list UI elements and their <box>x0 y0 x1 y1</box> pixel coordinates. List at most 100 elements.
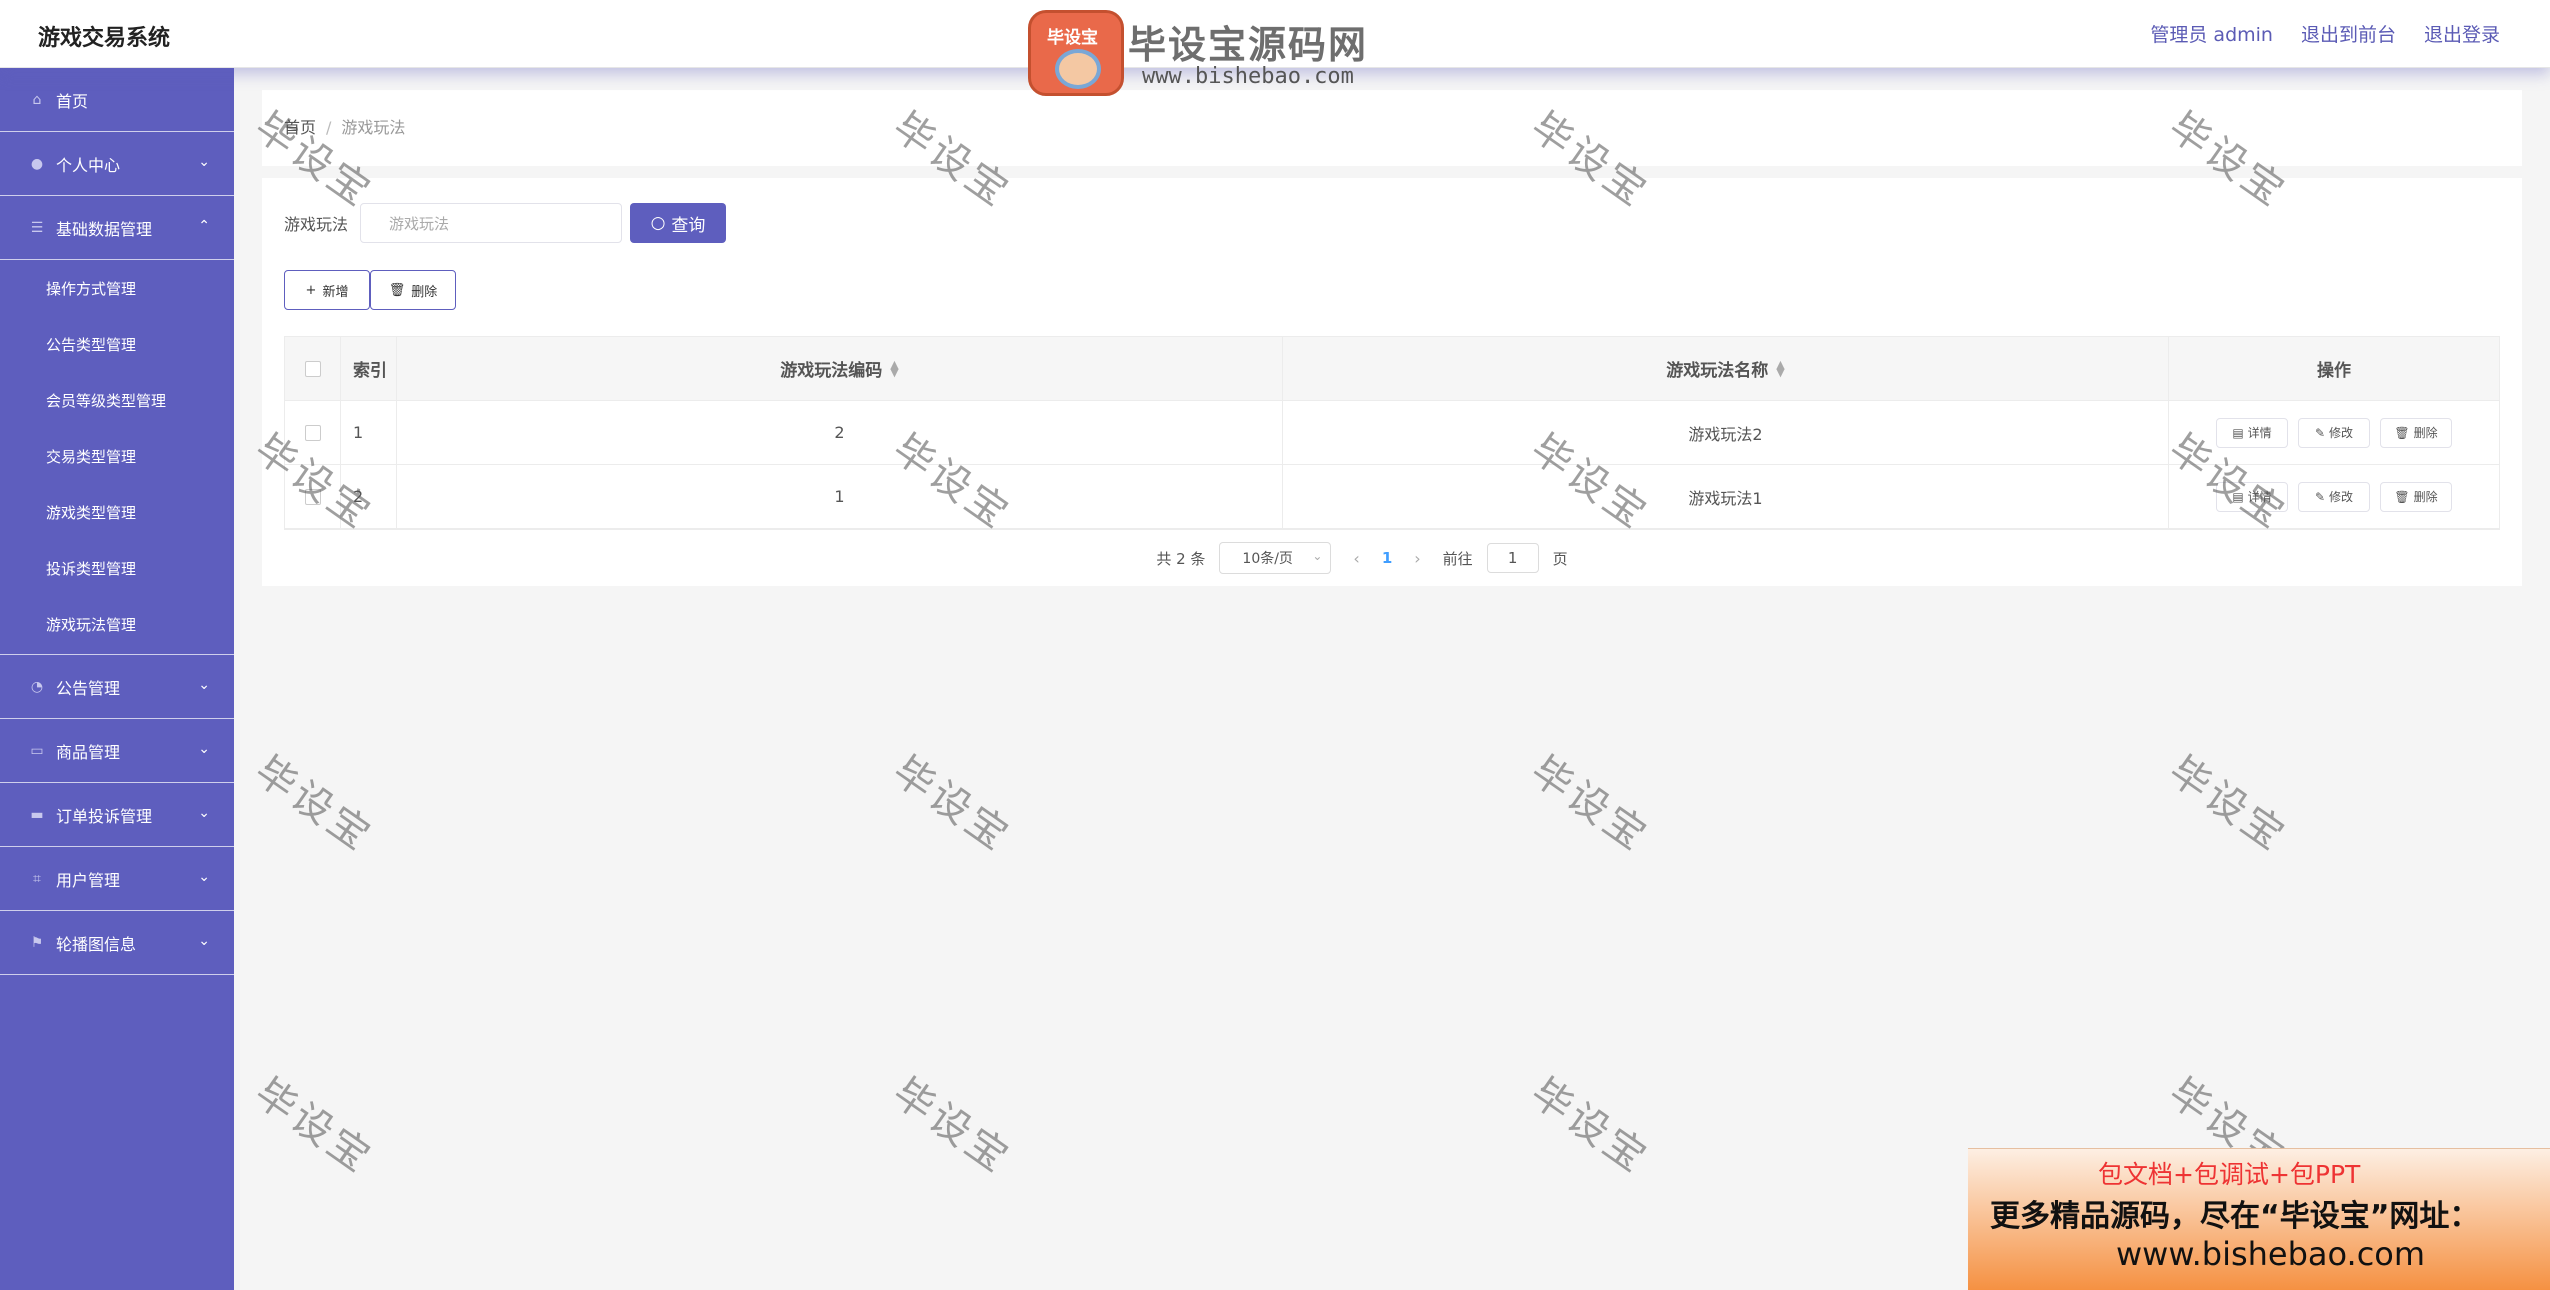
chevron-down-icon: ⌄ <box>1312 549 1323 563</box>
submenu-item[interactable]: 操作方式管理 <box>0 260 234 316</box>
submenu-item-active[interactable]: 游戏玩法管理 <box>0 596 234 652</box>
edit-label: 修改 <box>2329 426 2354 440</box>
sidebar-item-complaints[interactable]: ▬ 订单投诉管理 ⌄ <box>0 783 234 847</box>
sidebar-item-notice[interactable]: ◔ 公告管理 ⌄ <box>0 655 234 719</box>
cell-index: 1 <box>341 401 397 464</box>
dashboard-icon: ◔ <box>30 678 44 695</box>
logo-main-text: 毕设宝源码网 <box>1128 23 1369 67</box>
promo-line-1: 包文档+包调试+包PPT <box>2098 1160 2361 1189</box>
watermark-text: 毕设宝 <box>884 1069 1019 1183</box>
chevron-down-icon: ⌄ <box>198 677 210 693</box>
sidebar-item-label: 用户管理 <box>56 870 121 890</box>
submenu-item[interactable]: 会员等级类型管理 <box>0 372 234 428</box>
promo-line-2: 更多精品源码，尽在“毕设宝”网址： <box>1990 1199 2480 1234</box>
edit-icon: ✎ <box>2314 425 2326 440</box>
table-header-row: 索引 游戏玩法编码 ▲ ▼ 游戏玩法名称 ▲ ▼ 操作 <box>285 337 2499 401</box>
header-name-label: 游戏玩法名称 <box>1666 361 1769 381</box>
detail-button[interactable]: ▤ 详情 <box>2216 417 2288 448</box>
edit-icon: ✎ <box>2314 489 2326 504</box>
chevron-down-icon: ⌄ <box>198 805 210 821</box>
sidebar-item-basic-data[interactable]: ☰ 基础数据管理 ⌃ <box>0 196 234 260</box>
next-page-icon[interactable]: › <box>1406 549 1428 568</box>
sidebar: ⌂ 首页 ● 个人中心 ⌄ ☰ 基础数据管理 ⌃ 操作方式管理 公告类型管理 会… <box>0 68 234 1290</box>
sidebar-item-goods[interactable]: ▭ 商品管理 ⌄ <box>0 719 234 783</box>
search-label: 游戏玩法 <box>284 215 349 234</box>
goto-page-input[interactable]: 1 <box>1486 543 1539 573</box>
user-icon: ● <box>30 155 44 172</box>
monitor-icon: ▬ <box>30 806 44 823</box>
chevron-up-icon: ⌃ <box>198 218 210 234</box>
table-row: 2 1 游戏玩法1 ▤ 详情 ✎ 修改 🗑 删除 <box>285 465 2499 529</box>
prev-page-icon[interactable]: ‹ <box>1345 549 1367 568</box>
trash-icon: 🗑 <box>388 282 406 298</box>
header-index: 索引 <box>341 337 397 400</box>
sort-icon[interactable]: ▲ ▼ <box>1776 359 1784 378</box>
search-icon: ○ <box>650 213 666 233</box>
table-row: 1 2 游戏玩法2 ▤ 详情 ✎ 修改 🗑 删除 <box>285 401 2499 465</box>
trash-icon: 🗑 <box>2394 489 2410 504</box>
promo-banner[interactable]: 包文档+包调试+包PPT 更多精品源码，尽在“毕设宝”网址： www.bishe… <box>1968 1148 2550 1290</box>
current-page[interactable]: 1 <box>1382 549 1392 567</box>
admin-label[interactable]: 管理员 admin <box>2150 20 2273 47</box>
submenu-item[interactable]: 公告类型管理 <box>0 316 234 372</box>
list-icon: ☰ <box>30 219 44 236</box>
row-delete-label: 删除 <box>2413 426 2438 440</box>
chevron-down-icon: ⌄ <box>198 933 210 949</box>
watermark-text: 毕设宝 <box>1522 747 1657 861</box>
chevron-down-icon: ⌄ <box>198 869 210 885</box>
watermark-text: 毕设宝 <box>2160 747 2295 861</box>
edit-button[interactable]: ✎ 修改 <box>2298 481 2370 512</box>
cell-name: 游戏玩法1 <box>1283 465 2169 528</box>
sidebar-item-label: 商品管理 <box>56 742 121 762</box>
edit-button[interactable]: ✎ 修改 <box>2298 417 2370 448</box>
cell-ops: ▤ 详情 ✎ 修改 🗑 删除 <box>2169 401 2499 464</box>
sidebar-item-label: 首页 <box>56 91 89 111</box>
logo-mascot-icon <box>1055 49 1101 89</box>
search-button-label: 查询 <box>671 215 706 236</box>
app-title: 游戏交易系统 <box>38 26 171 51</box>
sidebar-item-carousel[interactable]: ⚑ 轮播图信息 ⌄ <box>0 911 234 975</box>
watermark-text: 毕设宝 <box>1522 1069 1657 1183</box>
sidebar-item-home[interactable]: ⌂ 首页 <box>0 68 234 132</box>
promo-line-3: www.bishebao.com <box>2116 1235 2426 1273</box>
add-button-label: 新增 <box>322 284 349 300</box>
detail-label: 详情 <box>2247 426 2272 440</box>
back-to-front-link[interactable]: 退出到前台 <box>2301 20 2396 47</box>
header-actions: 管理员 admin 退出到前台 退出登录 <box>2150 20 2500 47</box>
detail-icon: ▤ <box>2232 425 2244 440</box>
home-icon: ⌂ <box>32 91 42 108</box>
cell-name: 游戏玩法2 <box>1283 401 2169 464</box>
select-all-checkbox[interactable] <box>285 337 341 400</box>
submenu-item[interactable]: 游戏类型管理 <box>0 484 234 540</box>
add-button[interactable]: + 新增 <box>284 270 370 310</box>
logout-link[interactable]: 退出登录 <box>2424 20 2500 47</box>
delete-button-label: 删除 <box>411 284 438 300</box>
header-name[interactable]: 游戏玩法名称 ▲ ▼ <box>1283 337 2169 400</box>
goto-suffix: 页 <box>1552 549 1568 568</box>
page-size-select[interactable]: 10条/页 ⌄ <box>1219 542 1332 574</box>
submenu-item[interactable]: 投诉类型管理 <box>0 540 234 596</box>
sidebar-item-label: 个人中心 <box>56 155 121 175</box>
breadcrumb-home[interactable]: 首页 <box>284 118 316 137</box>
sidebar-item-label: 基础数据管理 <box>56 219 153 239</box>
row-delete-button[interactable]: 🗑 删除 <box>2380 417 2452 448</box>
header-code[interactable]: 游戏玩法编码 ▲ ▼ <box>397 337 1283 400</box>
detail-label: 详情 <box>2247 490 2272 504</box>
sort-icon[interactable]: ▲ ▼ <box>890 359 898 378</box>
row-checkbox[interactable] <box>285 465 341 528</box>
detail-button[interactable]: ▤ 详情 <box>2216 481 2288 512</box>
sidebar-item-personal[interactable]: ● 个人中心 ⌄ <box>0 132 234 196</box>
submenu-item[interactable]: 交易类型管理 <box>0 428 234 484</box>
sidebar-item-users[interactable]: ⌗ 用户管理 ⌄ <box>0 847 234 911</box>
pagination: 共 2 条 10条/页 ⌄ ‹ 1 › 前往 1 页 <box>262 542 2522 574</box>
search-input[interactable]: 游戏玩法 <box>360 203 622 243</box>
delete-button[interactable]: 🗑 删除 <box>370 270 456 310</box>
search-button[interactable]: ○ 查询 <box>630 203 726 243</box>
breadcrumb-card: 首页 / 游戏玩法 <box>262 90 2522 166</box>
cell-index: 2 <box>341 465 397 528</box>
pagination-total: 共 2 条 <box>1156 549 1206 568</box>
trash-icon: 🗑 <box>2394 425 2410 440</box>
row-checkbox[interactable] <box>285 401 341 464</box>
cell-code: 2 <box>397 401 1283 464</box>
row-delete-button[interactable]: 🗑 删除 <box>2380 481 2452 512</box>
